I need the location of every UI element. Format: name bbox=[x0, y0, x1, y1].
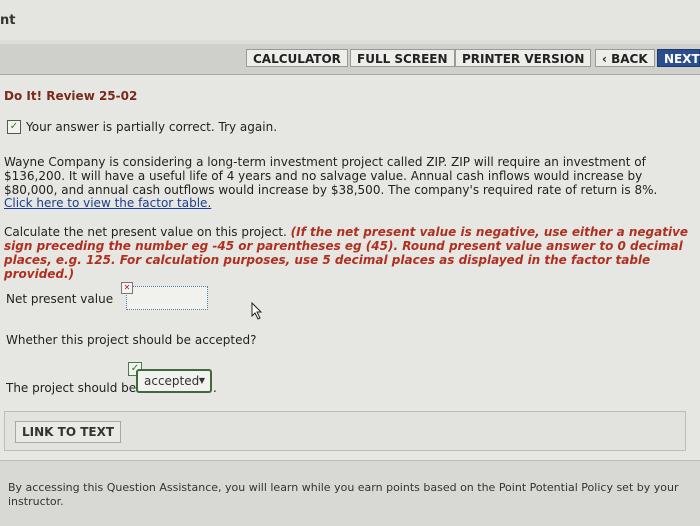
window-title: nt bbox=[0, 13, 16, 28]
question-panel: Do It! Review 25-02 ✓ Your answer is par… bbox=[0, 75, 700, 526]
printer-version-button[interactable]: PRINTER VERSION bbox=[455, 49, 592, 67]
instructions: Calculate the net present value on this … bbox=[4, 225, 694, 281]
page-title: Do It! Review 25-02 bbox=[4, 89, 138, 103]
check-icon: ✓ bbox=[7, 120, 21, 134]
calculator-button[interactable]: CALCULATOR bbox=[246, 49, 348, 67]
next-button[interactable]: NEXT bbox=[657, 49, 700, 67]
dropdown-arrow-icon: ▼ bbox=[198, 376, 205, 385]
footer: By accessing this Question Assistance, y… bbox=[0, 460, 700, 526]
toolbar: CALCULATOR FULL SCREEN PRINTER VERSION ‹… bbox=[0, 44, 700, 75]
answer-status: ✓ Your answer is partially correct. Try … bbox=[7, 120, 277, 134]
acceptance-dropdown[interactable]: accepted ▼ bbox=[136, 369, 212, 393]
link-to-text-box: LINK TO TEXT bbox=[4, 411, 686, 451]
window-header: nt bbox=[0, 0, 700, 40]
status-text: Your answer is partially correct. Try ag… bbox=[26, 120, 278, 134]
link-to-text-button[interactable]: LINK TO TEXT bbox=[15, 421, 122, 443]
footer-text: By accessing this Question Assistance, y… bbox=[8, 481, 679, 508]
npv-label: Net present value bbox=[6, 292, 114, 306]
x-icon: ✕ bbox=[121, 282, 133, 294]
factor-table-link[interactable]: Click here to view the factor table. bbox=[4, 196, 211, 210]
problem-text: Wayne Company is considering a long-term… bbox=[4, 155, 658, 197]
acceptance-selected-value: accepted bbox=[144, 374, 200, 388]
npv-input[interactable] bbox=[126, 286, 208, 310]
back-button[interactable]: ‹ BACK bbox=[595, 49, 655, 67]
instruction-text: Calculate the net present value on this … bbox=[4, 225, 291, 239]
full-screen-button[interactable]: FULL SCREEN bbox=[350, 49, 455, 67]
sentence-period: . bbox=[213, 381, 217, 395]
mouse-pointer-icon bbox=[251, 302, 263, 320]
acceptance-label: The project should be bbox=[6, 381, 137, 395]
acceptance-question: Whether this project should be accepted? bbox=[6, 333, 257, 347]
